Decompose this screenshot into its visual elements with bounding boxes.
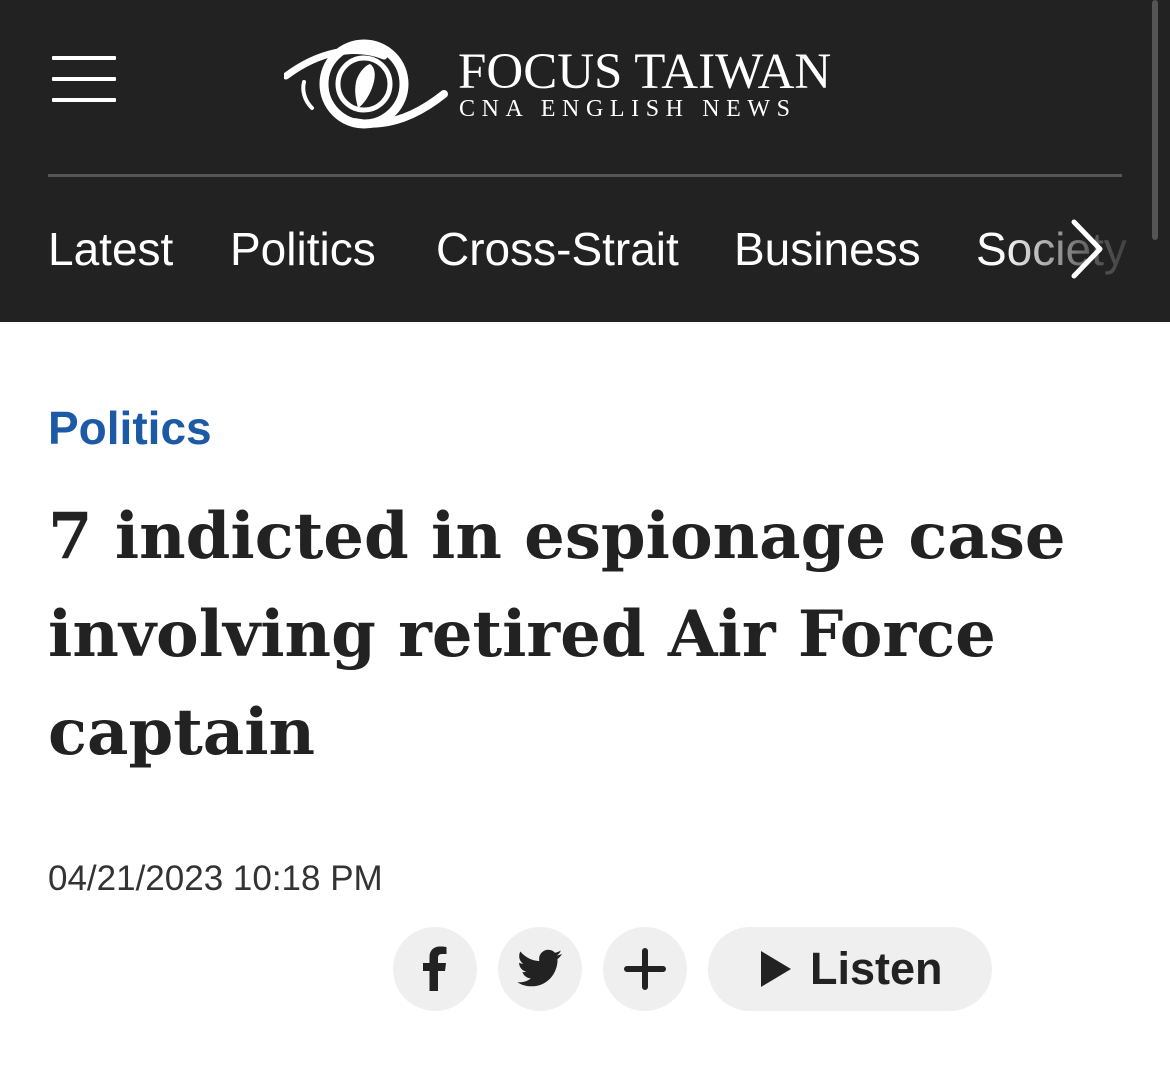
twitter-icon (517, 949, 562, 987)
nav-item-latest[interactable]: Latest (48, 214, 173, 284)
nav-item-politics[interactable]: Politics (230, 214, 376, 284)
play-icon (761, 951, 791, 987)
eye-logo-icon (284, 39, 448, 129)
page-scrollbar[interactable] (1152, 0, 1158, 240)
brand-tagline: CNA ENGLISH NEWS (459, 96, 797, 122)
article-headline: 7 indicted in espionage case involving r… (48, 499, 1066, 770)
article-category[interactable]: Politics (48, 400, 212, 456)
section-nav: Latest Politics Cross-Strait Business So… (48, 214, 1128, 284)
hamburger-icon (52, 56, 116, 60)
nav-item-cross-strait[interactable]: Cross-Strait (436, 214, 679, 284)
article-timestamp: 04/21/2023 10:18 PM (48, 859, 383, 898)
nav-next-button[interactable] (1060, 216, 1112, 282)
facebook-icon (423, 946, 447, 991)
facebook-share-button[interactable] (393, 927, 477, 1011)
nav-item-business[interactable]: Business (734, 214, 921, 284)
more-share-button[interactable] (603, 927, 687, 1011)
listen-label: Listen (810, 943, 943, 994)
listen-button[interactable]: Listen (708, 927, 992, 1011)
plus-icon (624, 948, 666, 990)
twitter-share-button[interactable] (498, 927, 582, 1011)
chevron-right-icon (1071, 219, 1103, 279)
brand-name: FOCUS TAIWAN (458, 44, 832, 100)
header-divider (48, 174, 1122, 177)
site-logo[interactable]: FOCUS TAIWAN CNA ENGLISH NEWS (284, 38, 894, 134)
menu-button[interactable] (52, 56, 116, 102)
